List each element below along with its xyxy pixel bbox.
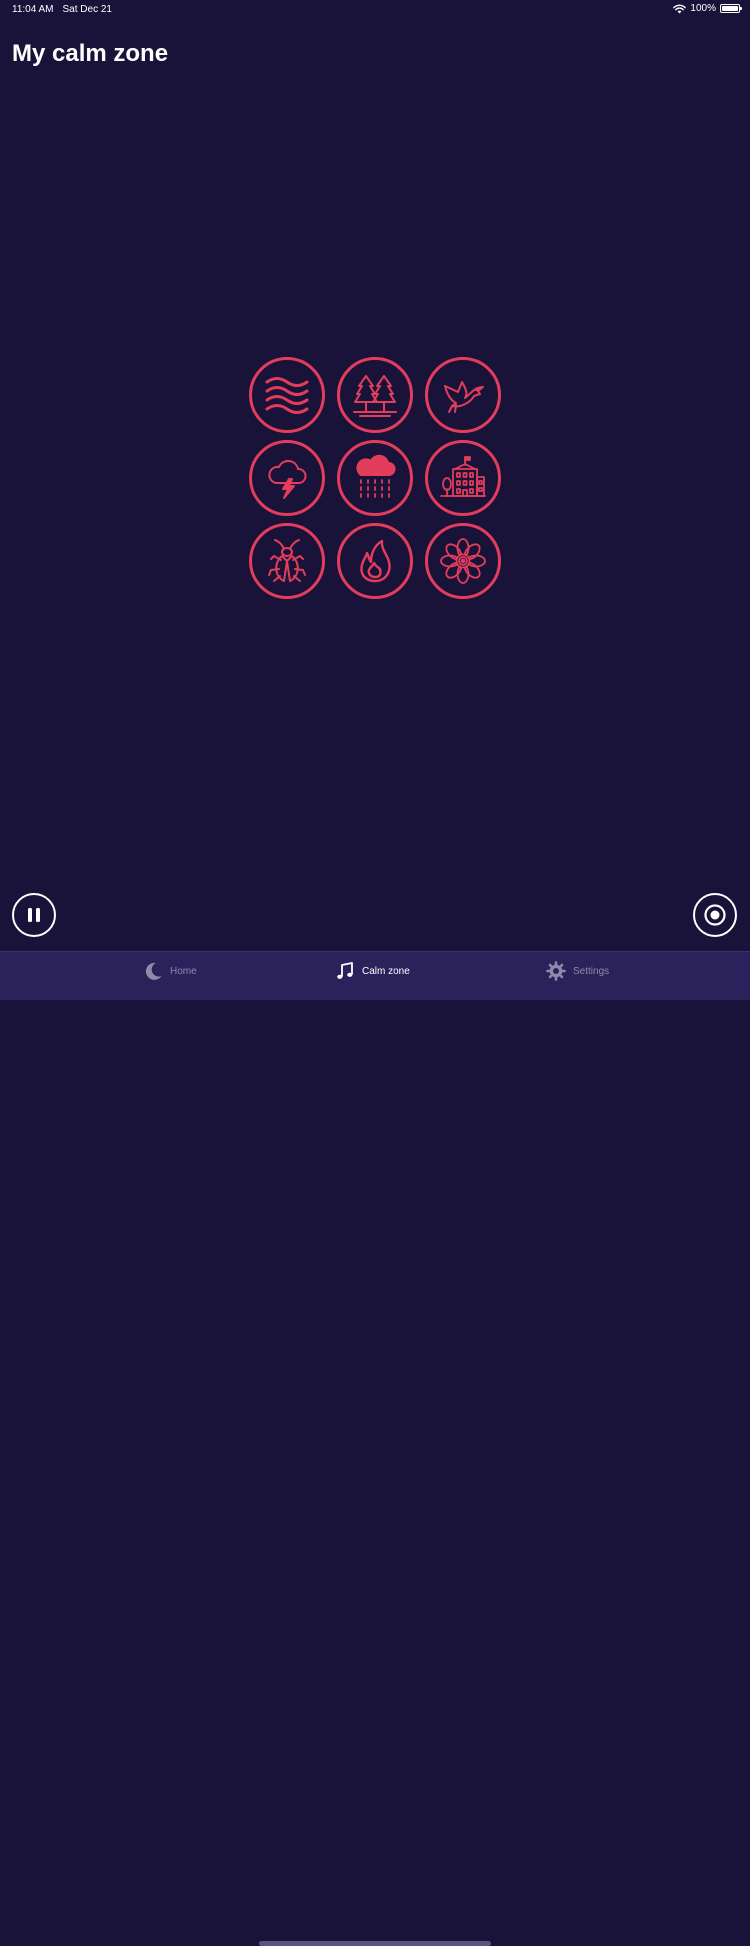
pause-icon — [28, 908, 40, 922]
status-left: 11:04 AM Sat Dec 21 — [12, 4, 112, 15]
sound-button-city[interactable] — [425, 440, 501, 516]
status-time: 11:04 AM — [12, 4, 54, 15]
home-indicator — [259, 1941, 491, 1946]
status-date: Sat Dec 21 — [62, 4, 112, 15]
tab-settings-label: Settings — [573, 965, 610, 977]
sound-button-flower[interactable] — [425, 523, 501, 599]
rain-icon — [356, 454, 396, 498]
fire-icon — [360, 539, 391, 583]
bird-icon — [444, 381, 484, 413]
forest-icon — [353, 375, 397, 417]
sound-button-rain[interactable] — [337, 440, 413, 516]
status-bar: 11:04 AM Sat Dec 21 100% — [0, 0, 750, 20]
battery-icon — [720, 4, 742, 13]
record-icon — [704, 904, 726, 926]
tab-home-label: Home — [170, 965, 197, 977]
city-building-icon — [440, 456, 486, 497]
pause-button[interactable] — [12, 893, 56, 937]
record-button[interactable] — [693, 893, 737, 937]
status-right: 100% — [673, 3, 742, 14]
tab-home[interactable]: Home — [143, 961, 197, 981]
sound-button-forest[interactable] — [337, 357, 413, 433]
wifi-icon — [673, 4, 687, 13]
flower-icon — [440, 538, 486, 584]
sound-button-fire[interactable] — [337, 523, 413, 599]
sound-button-thunderstorm[interactable] — [249, 440, 325, 516]
gear-icon — [546, 961, 566, 981]
sound-button-waves[interactable] — [249, 357, 325, 433]
battery-percent: 100% — [690, 3, 716, 14]
sound-button-birds[interactable] — [425, 357, 501, 433]
moon-icon — [145, 962, 162, 980]
page-title: My calm zone — [12, 40, 169, 67]
tab-bar: Home Calm zone Settings — [0, 951, 750, 1946]
tab-calm-zone-label: Calm zone — [362, 965, 410, 977]
tab-calm-zone[interactable]: Calm zone — [335, 961, 410, 981]
thunderstorm-icon — [268, 459, 307, 499]
waves-icon — [265, 377, 309, 414]
music-note-icon — [337, 962, 353, 979]
tab-settings[interactable]: Settings — [546, 961, 609, 981]
sound-button-crickets[interactable] — [249, 523, 325, 599]
cricket-icon — [268, 539, 306, 582]
sound-grid — [249, 357, 501, 599]
